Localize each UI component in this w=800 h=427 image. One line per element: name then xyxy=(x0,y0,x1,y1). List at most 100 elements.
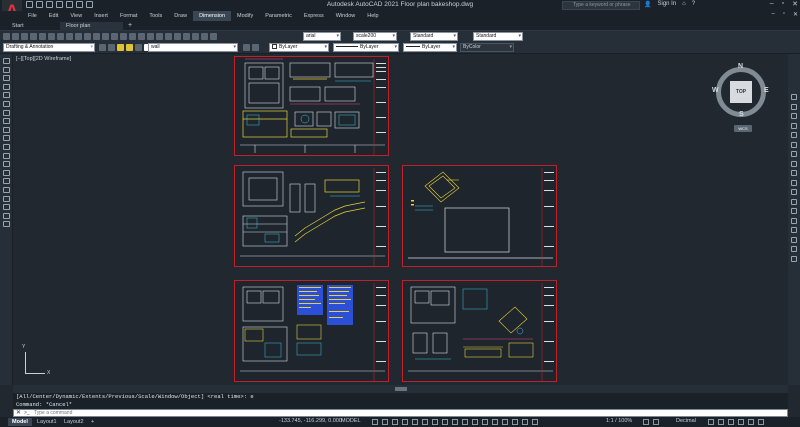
color-dropdown[interactable]: ByLayer xyxy=(269,43,329,52)
selection-filter-icon[interactable] xyxy=(492,419,498,425)
polygon-tool-icon[interactable] xyxy=(3,83,10,90)
help-icon[interactable]: ? xyxy=(692,1,695,8)
new-drawing-icon[interactable] xyxy=(3,33,10,40)
osnap-icon[interactable] xyxy=(432,419,438,425)
layer-dropdown[interactable]: wall xyxy=(148,43,238,52)
preview-icon[interactable] xyxy=(39,33,46,40)
hatch-tool-icon[interactable] xyxy=(3,178,10,185)
table-style-dropdown[interactable]: Standard xyxy=(410,32,458,41)
viewcube[interactable]: TOP N S E W xyxy=(712,63,770,121)
markup-icon[interactable] xyxy=(192,33,199,40)
table-tool-icon[interactable] xyxy=(3,204,10,211)
stretch-tool-icon[interactable] xyxy=(791,170,797,176)
join-tool-icon[interactable] xyxy=(791,217,797,224)
block-editor-icon[interactable] xyxy=(93,33,100,40)
region-tool-icon[interactable] xyxy=(3,195,10,202)
layer-properties-icon[interactable] xyxy=(99,44,106,51)
drawing-sheet-1[interactable] xyxy=(234,56,389,156)
customization-icon[interactable] xyxy=(758,419,764,425)
transparency-icon[interactable] xyxy=(452,419,458,425)
revision-cloud-tool-icon[interactable] xyxy=(3,118,10,125)
erase-tool-icon[interactable] xyxy=(791,94,797,100)
annotation-visibility-icon[interactable] xyxy=(512,419,518,425)
construction-line-tool-icon[interactable] xyxy=(3,66,10,73)
toolbar-redo-icon[interactable] xyxy=(111,33,118,40)
array-tool-icon[interactable] xyxy=(791,132,797,138)
layer-lock-icon[interactable] xyxy=(135,44,142,51)
annotation-scale[interactable]: 1:1 / 100% xyxy=(606,418,632,424)
arc-tool-icon[interactable] xyxy=(3,101,10,107)
viewport-controls[interactable]: [−][Top][2D Wireframe] xyxy=(16,56,71,62)
annotation-scale-icon[interactable] xyxy=(532,419,538,425)
command-close-icon[interactable]: ✕ xyxy=(16,409,21,416)
line-tool-icon[interactable] xyxy=(3,58,10,64)
menu-item-format[interactable]: Format xyxy=(114,11,143,21)
sign-in-link[interactable]: Sign In xyxy=(657,1,676,8)
pan-icon[interactable] xyxy=(120,33,127,40)
units-display[interactable]: Decimal xyxy=(676,418,696,424)
layer-freeze-icon[interactable] xyxy=(126,44,133,51)
drawing-sheet-2[interactable] xyxy=(234,165,389,267)
command-input[interactable]: Type a command xyxy=(34,410,72,416)
blend-curves-tool-icon[interactable] xyxy=(791,246,797,252)
ellipse-arc-tool-icon[interactable] xyxy=(3,144,10,150)
copy-icon[interactable] xyxy=(66,33,73,40)
gradient-tool-icon[interactable] xyxy=(3,187,10,193)
command-line[interactable]: ✕ >_ Type a command xyxy=(13,409,788,417)
menu-item-draw[interactable]: Draw xyxy=(168,11,193,21)
scrollbar-thumb[interactable] xyxy=(395,387,407,391)
compass-north[interactable]: N xyxy=(738,63,743,70)
tab-model[interactable]: Model xyxy=(8,418,32,426)
compass-south[interactable]: S xyxy=(739,111,744,118)
open-drawing-icon[interactable] xyxy=(12,33,19,40)
publish-icon[interactable] xyxy=(48,33,55,40)
tool-palettes-icon[interactable] xyxy=(174,33,181,40)
autoscale-icon[interactable] xyxy=(522,419,528,425)
break-at-point-tool-icon[interactable] xyxy=(791,198,797,205)
compass-west[interactable]: W xyxy=(712,87,719,94)
ellipse-tool-icon[interactable] xyxy=(3,135,10,142)
cart-icon[interactable]: ⌂ xyxy=(682,1,686,8)
spline-tool-icon[interactable] xyxy=(3,126,10,133)
mirror-tool-icon[interactable] xyxy=(791,113,797,119)
menu-item-edit[interactable]: Edit xyxy=(43,11,64,21)
isolate-objects-icon[interactable] xyxy=(728,419,734,425)
minimize-icon[interactable]: – xyxy=(770,0,774,8)
menu-item-insert[interactable]: Insert xyxy=(88,11,114,21)
dim-style-dropdown[interactable]: scale200 xyxy=(353,32,397,41)
osnap-tracking-icon[interactable] xyxy=(422,419,428,425)
hardware-acceleration-icon[interactable] xyxy=(738,419,744,425)
workspace-switch-icon[interactable] xyxy=(643,419,649,425)
close-icon[interactable]: ✕ xyxy=(792,0,798,8)
menu-item-file[interactable]: File xyxy=(22,11,43,21)
tab-layout2[interactable]: Layout2 xyxy=(60,418,88,426)
tab-layout1[interactable]: Layout1 xyxy=(33,418,61,426)
chamfer-tool-icon[interactable] xyxy=(791,227,797,233)
plotstyle-dropdown[interactable]: ByColor xyxy=(460,43,514,52)
trim-tool-icon[interactable] xyxy=(791,179,797,186)
move-tool-icon[interactable] xyxy=(791,141,797,148)
menu-item-window[interactable]: Window xyxy=(330,11,362,21)
insert-block-tool-icon[interactable] xyxy=(3,152,10,159)
rotate-tool-icon[interactable] xyxy=(791,151,797,157)
lock-ui-icon[interactable] xyxy=(718,419,724,425)
copy-object-tool-icon[interactable] xyxy=(791,103,797,110)
3d-osnap-icon[interactable] xyxy=(472,419,478,425)
drawing-sheet-5[interactable] xyxy=(402,280,557,382)
polar-icon[interactable] xyxy=(402,419,408,425)
linetype-dropdown[interactable]: ByLayer xyxy=(333,43,399,52)
design-center-icon[interactable] xyxy=(165,33,172,40)
point-tool-icon[interactable] xyxy=(3,169,10,176)
dynamic-ucs-icon[interactable] xyxy=(482,419,488,425)
layer-state-icon[interactable] xyxy=(108,44,115,51)
clean-screen-icon[interactable] xyxy=(748,419,754,425)
circle-tool-icon[interactable] xyxy=(3,109,10,116)
drawing-canvas[interactable]: [−][Top][2D Wireframe] xyxy=(13,54,788,385)
isodraft-icon[interactable] xyxy=(412,419,418,425)
add-selected-tool-icon[interactable] xyxy=(3,221,10,228)
offset-tool-icon[interactable] xyxy=(791,122,797,129)
make-block-tool-icon[interactable] xyxy=(3,161,10,168)
menu-item-help[interactable]: Help xyxy=(361,11,384,21)
mleader-style-dropdown[interactable]: Standard xyxy=(473,32,523,41)
paste-icon[interactable] xyxy=(75,33,82,40)
